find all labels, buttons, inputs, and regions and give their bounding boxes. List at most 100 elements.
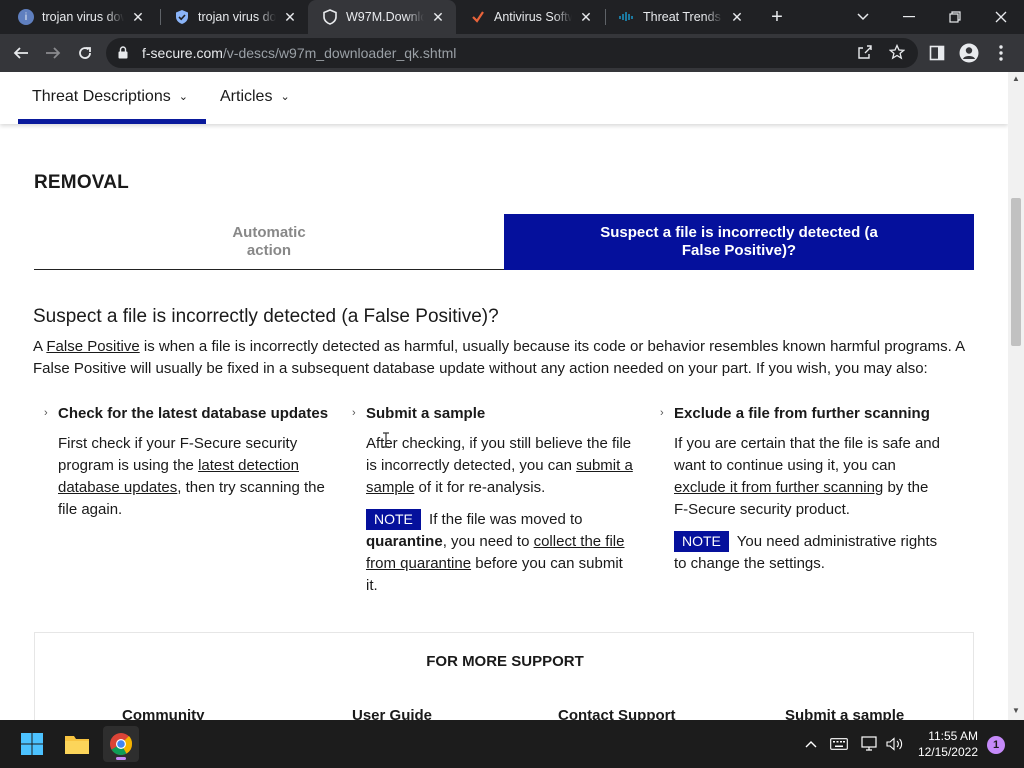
note-badge: NOTE [674,531,729,552]
lock-icon[interactable] [118,46,128,64]
close-icon[interactable]: ✕ [282,9,298,25]
chrome-icon [110,733,133,755]
option-exclude-file: › Exclude a file from further scanning I… [660,405,946,575]
tab-automatic-action[interactable]: Automatic action [34,214,504,270]
volume-icon[interactable] [885,734,905,754]
browser-toolbar: f-secure.com/v-descs/w97m_downloader_qk.… [0,34,1024,72]
exclude-scanning-link[interactable]: exclude it from further scanning [674,479,883,496]
active-subnav-indicator [18,119,206,124]
option-submit-sample: › Submit a sample After checking, if you… [352,405,638,597]
share-icon[interactable] [856,44,874,62]
note-text: NOTE If the file was moved to quarantine… [366,509,638,597]
subnav-label: Threat Descriptions [32,88,171,105]
shield-check-icon [174,9,190,25]
close-icon[interactable]: ✕ [130,9,146,25]
option-text: First check if your F-Secure security pr… [58,433,330,521]
option-text: If you are certain that the file is safe… [674,433,946,521]
subnav-label: Articles [220,88,273,105]
option-check-updates: › Check for the latest database updates … [44,405,330,521]
tab-title: Threat Trends R [643,10,723,24]
bookmark-star-icon[interactable] [888,43,906,62]
clock-date: 12/15/2022 [917,745,978,759]
option-title: Exclude a file from further scanning [674,405,930,422]
false-positive-intro: A False Positive is when a file is incor… [33,336,973,380]
site-subnav: Threat Descriptions ⌄ Articles ⌄ [0,72,1008,124]
url-path: /v-descs/w97m_downloader_qk.shtml [222,45,457,61]
active-app-indicator [116,757,126,760]
support-box: FOR MORE SUPPORT Community User Guide Co… [34,632,974,720]
false-positive-link[interactable]: False Positive [46,338,139,355]
start-button[interactable] [14,726,50,762]
browser-tab-5[interactable]: Threat Trends R ✕ [605,0,755,34]
new-tab-button[interactable]: + [766,6,788,28]
system-clock[interactable]: 11:55 AM 12/15/2022 [918,728,978,760]
minimize-button[interactable] [886,0,932,34]
network-display-icon[interactable] [860,734,880,754]
support-link-contact[interactable]: Contact Support [558,707,676,720]
clock-time: 11:55 AM [928,729,978,743]
support-title: FOR MORE SUPPORT [426,653,584,670]
option-title: Submit a sample [366,405,486,422]
profile-avatar-icon[interactable] [958,42,980,64]
note-text-part: If the file was moved to [424,511,583,528]
restore-button[interactable] [932,0,978,34]
scroll-down-arrow-icon[interactable]: ▼ [1008,706,1024,718]
chevron-down-icon: ⌄ [280,91,290,103]
browser-tab-1[interactable]: i trojan virus dow ✕ [4,0,156,34]
section-heading: REMOVAL [34,172,129,193]
page-viewport: Threat Descriptions ⌄ Articles ⌄ REMOVAL A… [0,72,1008,720]
fsecure-shield-icon [322,9,338,25]
close-icon[interactable]: ✕ [578,9,594,25]
info-icon: i [18,9,34,25]
windows-taskbar: 11:55 AM 12/15/2022 1 [0,720,1024,768]
tab-strip: i trojan virus dow ✕ trojan virus dow ✕ … [0,0,1024,34]
back-button[interactable] [8,40,34,66]
support-link-submit-sample[interactable]: Submit a sample [785,707,904,720]
support-link-community[interactable]: Community [122,707,205,720]
tab-title: trojan virus dow [198,10,276,24]
subnav-threat-descriptions[interactable]: Threat Descriptions ⌄ [32,88,188,106]
chevron-right-icon: › [44,407,48,419]
removal-tabs: Automatic action Suspect a file is incor… [34,214,974,270]
page-scrollbar[interactable]: ▲ ▼ [1008,72,1024,720]
close-icon[interactable]: ✕ [430,9,446,25]
windows-logo-icon [21,733,43,755]
note-badge: NOTE [366,509,421,530]
reload-button[interactable] [72,40,98,66]
keyboard-icon[interactable] [829,734,849,754]
url-host: f-secure.com [142,45,223,61]
intro-text: A [33,338,47,355]
url-text[interactable]: f-secure.com/v-descs/w97m_downloader_qk.… [142,45,456,61]
notification-badge[interactable]: 1 [987,736,1005,754]
forward-button[interactable] [40,40,66,66]
checkmark-icon [470,9,486,25]
tab-label: Automatic action [232,223,306,259]
note-text: NOTE You need administrative rights to c… [674,531,946,575]
close-window-button[interactable] [978,0,1024,34]
menu-dots-icon[interactable] [990,42,1012,64]
close-icon[interactable]: ✕ [729,9,745,25]
browser-tab-3[interactable]: W97M.Downloa ✕ [308,0,456,34]
text-cursor-icon [383,432,389,448]
file-explorer-button[interactable] [59,726,95,762]
scroll-up-arrow-icon[interactable]: ▲ [1008,74,1024,86]
address-bar[interactable]: f-secure.com/v-descs/w97m_downloader_qk.… [106,38,918,68]
chevron-up-icon[interactable] [801,734,821,754]
false-positive-title: Suspect a file is incorrectly detected (… [33,306,499,327]
note-bold-text: quarantine [366,533,443,550]
cisco-icon [619,9,635,25]
scroll-thumb[interactable] [1011,198,1021,346]
tab-false-positive[interactable]: Suspect a file is incorrectly detected (… [504,214,974,270]
tab-search-icon[interactable] [840,0,886,34]
browser-tab-2[interactable]: trojan virus dow ✕ [160,0,308,34]
browser-tab-4[interactable]: Antivirus Softwa ✕ [456,0,604,34]
side-panel-icon[interactable] [926,42,948,64]
support-link-user-guide[interactable]: User Guide [352,707,432,720]
note-text-part: , you need to [442,533,534,550]
chevron-right-icon: › [660,407,664,419]
subnav-articles[interactable]: Articles ⌄ [220,88,290,106]
option-text-part: of it for re-analysis. [414,479,546,496]
chrome-taskbar-button[interactable] [103,726,139,762]
tab-title: Antivirus Softwa [494,10,572,24]
tab-label: Suspect a file is incorrectly detected (… [600,224,878,259]
